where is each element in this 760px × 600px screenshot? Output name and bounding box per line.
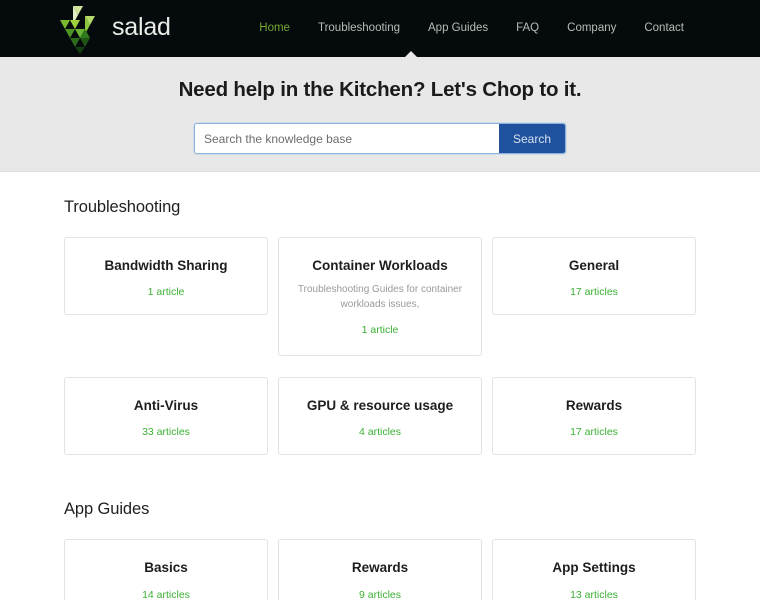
card-title: Anti-Virus	[133, 398, 199, 414]
card-title: Rewards	[351, 560, 409, 576]
nav-item-home: Home	[245, 0, 304, 57]
nav-item-app-guides: App Guides	[414, 0, 502, 57]
category-card[interactable]: Rewards 17 articles	[492, 377, 696, 456]
category-card[interactable]: General 17 articles	[492, 237, 696, 316]
nav-links-list: Home Troubleshooting App Guides FAQ Comp…	[245, 0, 760, 57]
card-article-count: 9 articles	[358, 588, 401, 600]
category-card[interactable]: Basics 14 articles	[64, 539, 268, 600]
card-article-count: 1 article	[147, 286, 185, 299]
search-button[interactable]: Search	[499, 124, 565, 153]
card-article-count: 17 articles	[570, 426, 618, 439]
card-title: General	[568, 258, 620, 273]
category-card[interactable]: Rewards 9 articles	[278, 539, 482, 600]
search-bar: Search	[194, 123, 566, 154]
nav-link-app-guides[interactable]: App Guides	[414, 0, 502, 57]
nav-item-contact: Contact	[630, 0, 698, 57]
section-title-app-guides: App Guides	[64, 500, 150, 519]
card-article-count: 1 article	[361, 324, 399, 337]
category-card[interactable]: Bandwidth Sharing 1 article	[64, 237, 268, 316]
card-title: Basics	[144, 560, 188, 576]
hero-search-section: Need help in the Kitchen? Let's Chop to …	[0, 57, 760, 172]
section-divider-space	[64, 476, 696, 500]
nav-item-company: Company	[553, 0, 630, 57]
nav-link-home[interactable]: Home	[245, 0, 304, 57]
card-title: Container Workloads	[312, 258, 448, 273]
main-content: Troubleshooting Bandwidth Sharing 1 arti…	[0, 172, 760, 600]
card-title: GPU & resource usage	[306, 398, 454, 414]
nav-link-company[interactable]: Company	[553, 0, 630, 57]
nav-link-contact[interactable]: Contact	[630, 0, 698, 57]
card-title: Rewards	[565, 398, 623, 414]
card-grid-app-guides-row-1: Basics 14 articles Rewards 9 articles Ap…	[64, 539, 696, 600]
card-grid-troubleshooting-row-1: Bandwidth Sharing 1 article Container Wo…	[64, 237, 696, 357]
card-article-count: 33 articles	[142, 426, 190, 439]
salad-triangles-logo-icon	[57, 4, 103, 54]
card-title: App Settings	[552, 560, 636, 576]
page-title: Need help in the Kitchen? Let's Chop to …	[178, 78, 582, 101]
brand-logo-link[interactable]: salad	[57, 4, 171, 54]
brand-name-text: salad	[112, 13, 171, 41]
nav-link-faq[interactable]: FAQ	[502, 0, 553, 57]
card-article-count: 4 articles	[358, 426, 401, 439]
nav-item-faq: FAQ	[502, 0, 553, 57]
section-app-guides: App Guides Basics 14 articles Rewards 9 …	[64, 500, 696, 600]
nav-item-troubleshooting: Troubleshooting	[304, 0, 414, 57]
section-title-troubleshooting: Troubleshooting	[64, 198, 181, 216]
card-article-count: 13 articles	[570, 588, 618, 600]
search-input[interactable]	[195, 124, 499, 153]
top-navigation-bar: salad Home Troubleshooting App Guides FA…	[0, 0, 760, 57]
category-card[interactable]: GPU & resource usage 4 articles	[278, 377, 482, 456]
category-card[interactable]: Anti-Virus 33 articles	[64, 377, 268, 456]
section-troubleshooting: Troubleshooting Bandwidth Sharing 1 arti…	[64, 198, 696, 456]
card-description: Troubleshooting Guides for container wor…	[297, 284, 463, 311]
card-grid-troubleshooting-row-2: Anti-Virus 33 articles GPU & resource us…	[64, 377, 696, 456]
active-nav-caret-icon	[405, 51, 417, 57]
nav-link-troubleshooting[interactable]: Troubleshooting	[304, 0, 414, 57]
category-card[interactable]: Container Workloads Troubleshooting Guid…	[278, 237, 482, 357]
card-title: Bandwidth Sharing	[104, 258, 228, 273]
category-card[interactable]: App Settings 13 articles	[492, 539, 696, 600]
card-article-count: 17 articles	[570, 286, 618, 299]
card-article-count: 14 articles	[142, 588, 190, 600]
